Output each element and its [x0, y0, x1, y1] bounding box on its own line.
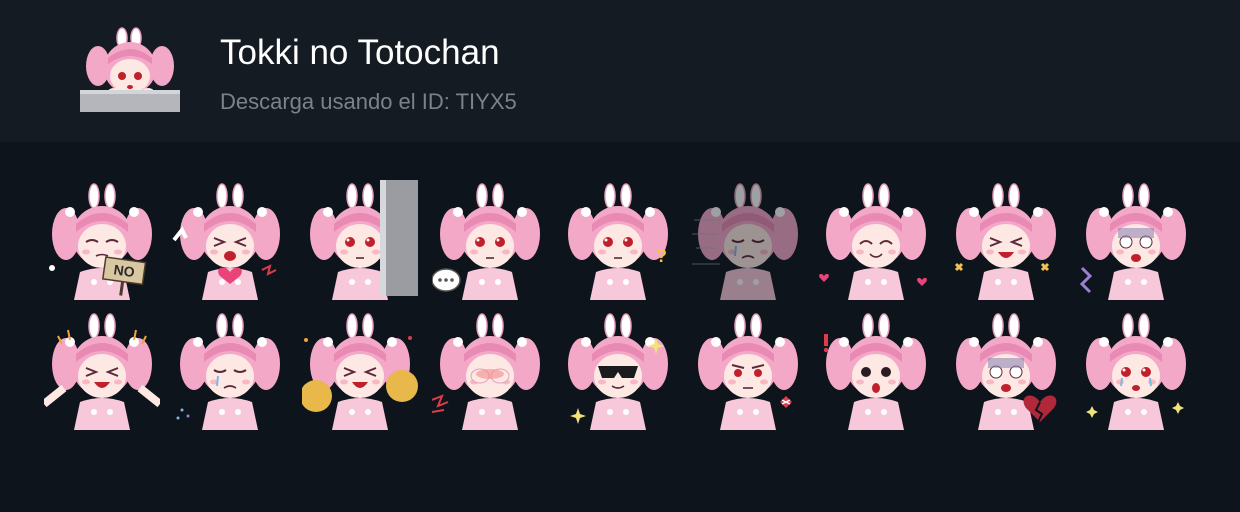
pack-header: Tokki no Totochan Descarga usando el ID:… — [0, 0, 1240, 142]
sticker-excited-sparks[interactable] — [948, 180, 1064, 300]
sticker-crying[interactable] — [172, 310, 288, 430]
sticker-pompoms[interactable] — [302, 310, 418, 430]
svg-text:?: ? — [656, 246, 667, 266]
sticker-angry-fist[interactable] — [690, 310, 806, 430]
sticker-no-sign[interactable]: NO — [44, 180, 160, 300]
sticker-sunglasses[interactable] — [560, 310, 676, 430]
sticker-teary-pray[interactable] — [1078, 310, 1194, 430]
sticker-thinking-question[interactable]: ? — [560, 180, 676, 300]
pack-id-subtitle: Descarga usando el ID: TIYX5 — [220, 89, 517, 114]
sticker-surprised-exclaim[interactable] — [818, 310, 934, 430]
pack-cover-icon — [78, 26, 182, 114]
pack-title: Tokki no Totochan — [220, 33, 500, 72]
sticker-peeking-wall[interactable] — [302, 180, 418, 300]
sticker-happy-hearts[interactable] — [818, 180, 934, 300]
sticker-waving-heart[interactable] — [172, 180, 288, 300]
sticker-speech-bubble[interactable] — [432, 180, 548, 300]
sticker-hiding-face[interactable] — [432, 310, 548, 430]
sticker-faded-sad[interactable] — [690, 180, 806, 300]
svg-text:NO: NO — [113, 261, 136, 280]
sticker-shocked-purple[interactable] — [1078, 180, 1194, 300]
sticker-grid: NO? — [0, 142, 1240, 512]
sticker-cheering-arms[interactable] — [44, 310, 160, 430]
sticker-broken-heart[interactable] — [948, 310, 1064, 430]
